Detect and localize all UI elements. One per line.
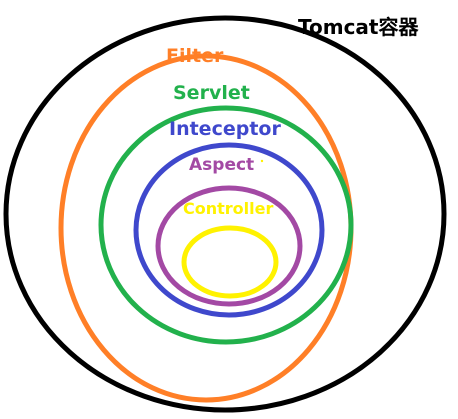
- tomcat-container-label: Tomcat容器: [298, 15, 419, 39]
- nested-container-diagram: Tomcat容器 Filter Servlet Inteceptor Aspec…: [3, 15, 447, 413]
- interceptor-label: Inteceptor: [169, 118, 281, 140]
- servlet-label: Servlet: [173, 82, 250, 104]
- stray-dot: [260, 159, 264, 163]
- filter-label: Filter: [166, 45, 224, 67]
- controller-label: Controller: [183, 199, 273, 218]
- aspect-label: Aspect: [189, 155, 254, 175]
- controller-ring: [181, 225, 279, 299]
